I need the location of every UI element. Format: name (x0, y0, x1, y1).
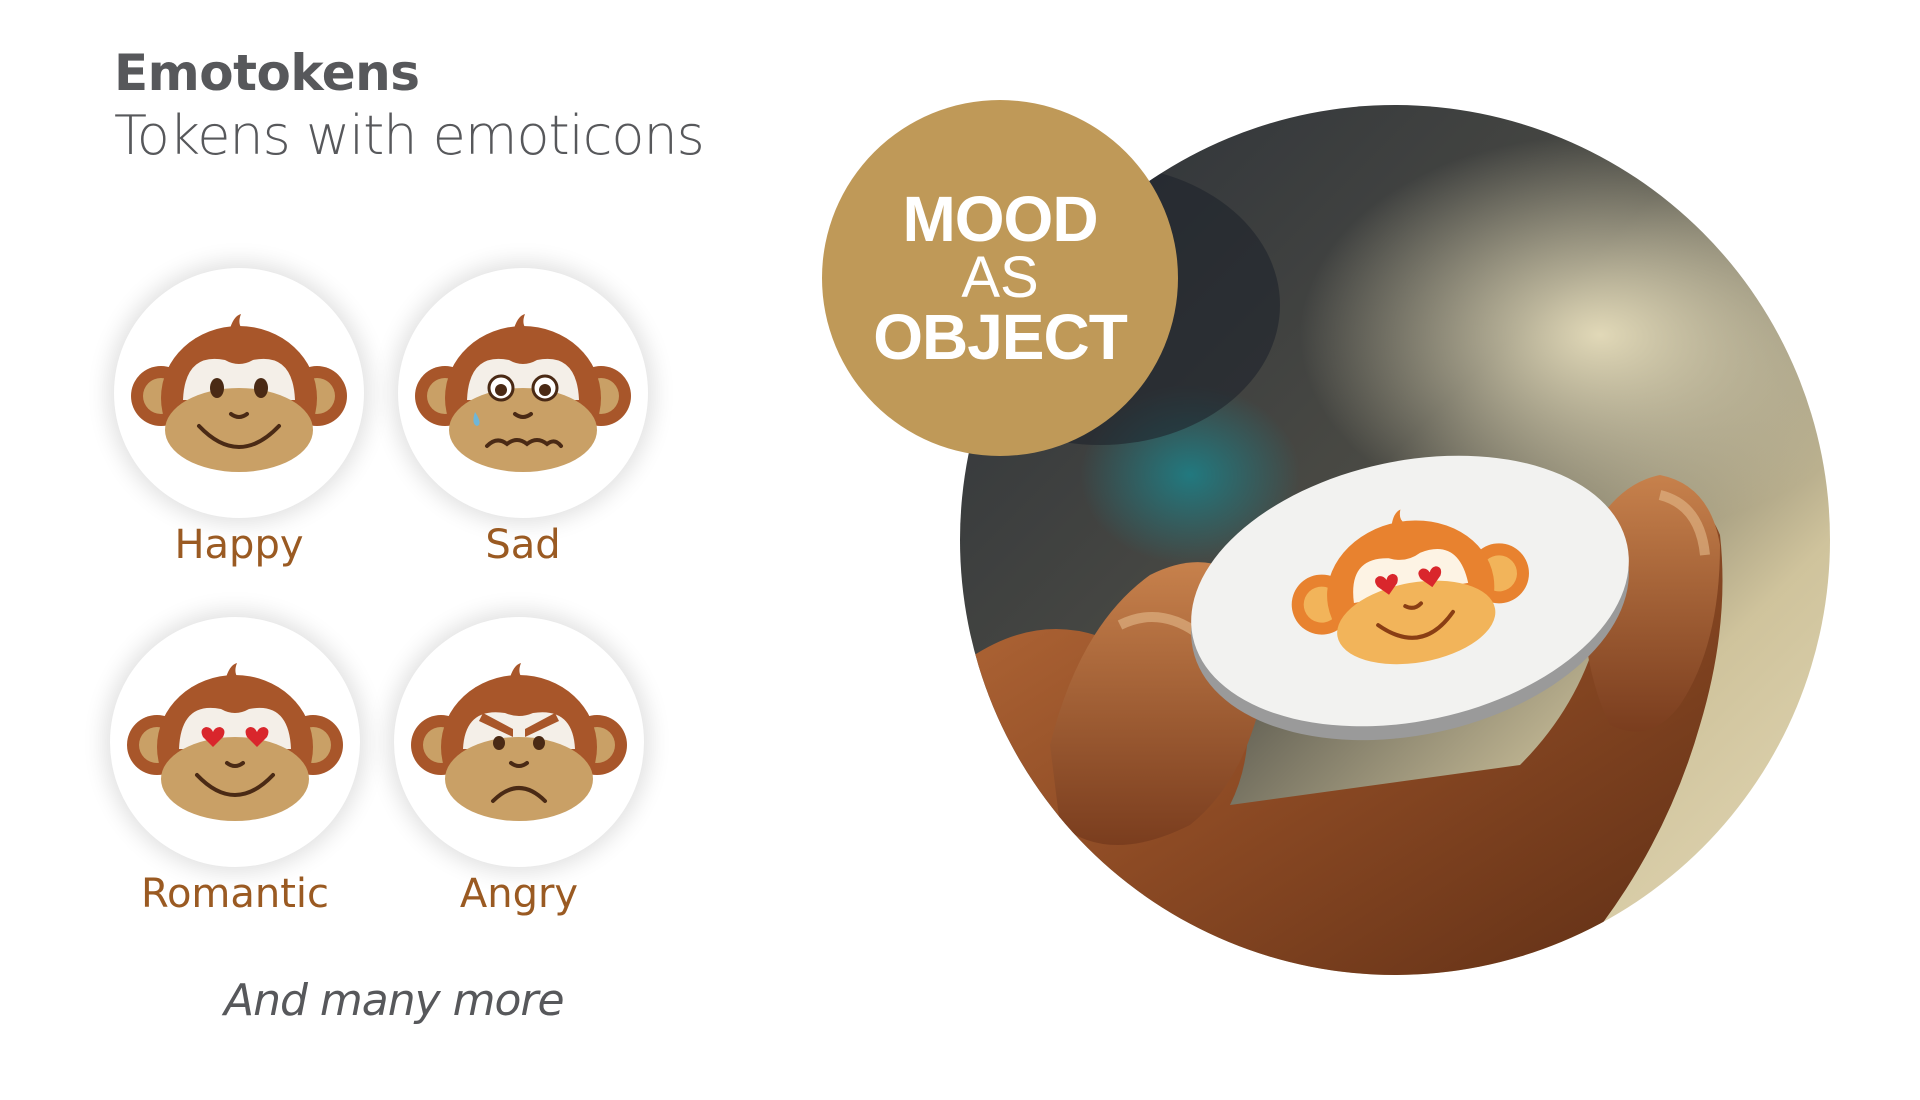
token-angry (394, 617, 644, 867)
token-label-angry: Angry (459, 871, 579, 917)
more-text: And many more (224, 975, 565, 1026)
token-label-sad: Sad (485, 522, 561, 568)
token-romantic (110, 617, 360, 867)
token-label-romantic: Romantic (140, 871, 330, 917)
badge-line-object: OBJECT (873, 301, 1128, 373)
romantic-monkey-icon (127, 663, 343, 821)
token-label-happy: Happy (174, 522, 304, 568)
happy-monkey-icon (131, 314, 347, 472)
page-title: Emotokens (114, 44, 420, 102)
angry-monkey-icon (411, 663, 627, 821)
token-happy (114, 268, 364, 518)
emotokens-slide: Emotokens Tokens with emoticons Happy Sa… (0, 0, 1920, 1100)
badge-line-as: AS (961, 245, 1039, 310)
token-sad (398, 268, 648, 518)
badge-line-mood: MOOD (902, 183, 1098, 255)
page-subtitle: Tokens with emoticons (114, 104, 705, 167)
mood-as-object-badge: MOOD AS OBJECT (822, 100, 1178, 456)
sad-monkey-icon (415, 314, 631, 472)
